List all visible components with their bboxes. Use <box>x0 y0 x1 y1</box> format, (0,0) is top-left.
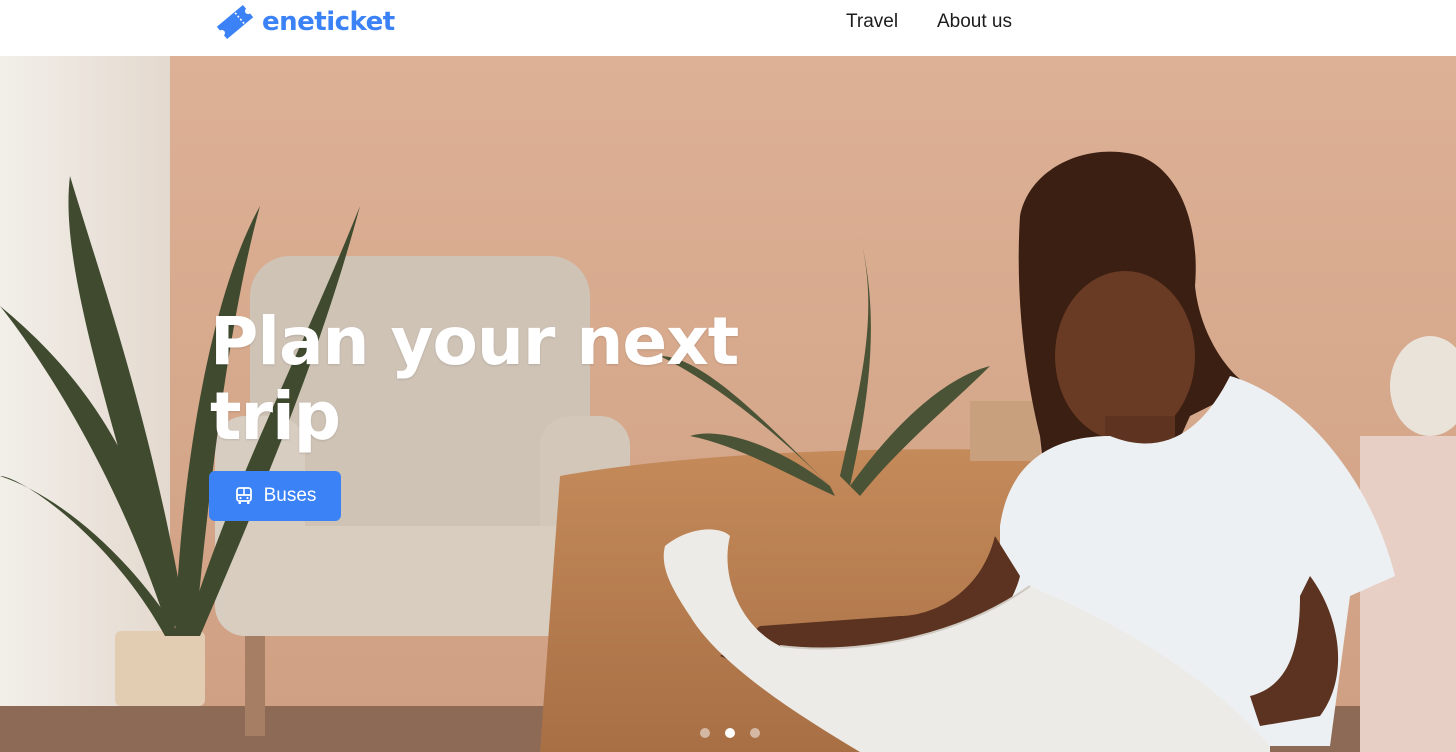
bus-icon <box>235 487 252 504</box>
carousel-indicator-2[interactable] <box>725 728 735 738</box>
carousel-indicator-1[interactable] <box>700 728 710 738</box>
nav-link-travel[interactable]: Travel <box>846 11 898 33</box>
buses-button-label: Buses <box>263 485 317 506</box>
top-navbar: eneticket Travel About us <box>0 0 1456 56</box>
carousel-indicator-3[interactable] <box>750 728 760 738</box>
brand-logo[interactable]: eneticket <box>214 2 395 42</box>
brand-name: eneticket <box>262 7 395 37</box>
hero-title: Plan your next trip <box>210 303 739 455</box>
buses-button[interactable]: Buses <box>209 471 341 521</box>
hero-carousel: Plan your next trip Buses <box>0 56 1456 752</box>
ticket-icon <box>216 4 254 40</box>
nav-link-about-us[interactable]: About us <box>937 11 1012 33</box>
carousel-indicators <box>0 728 1456 742</box>
